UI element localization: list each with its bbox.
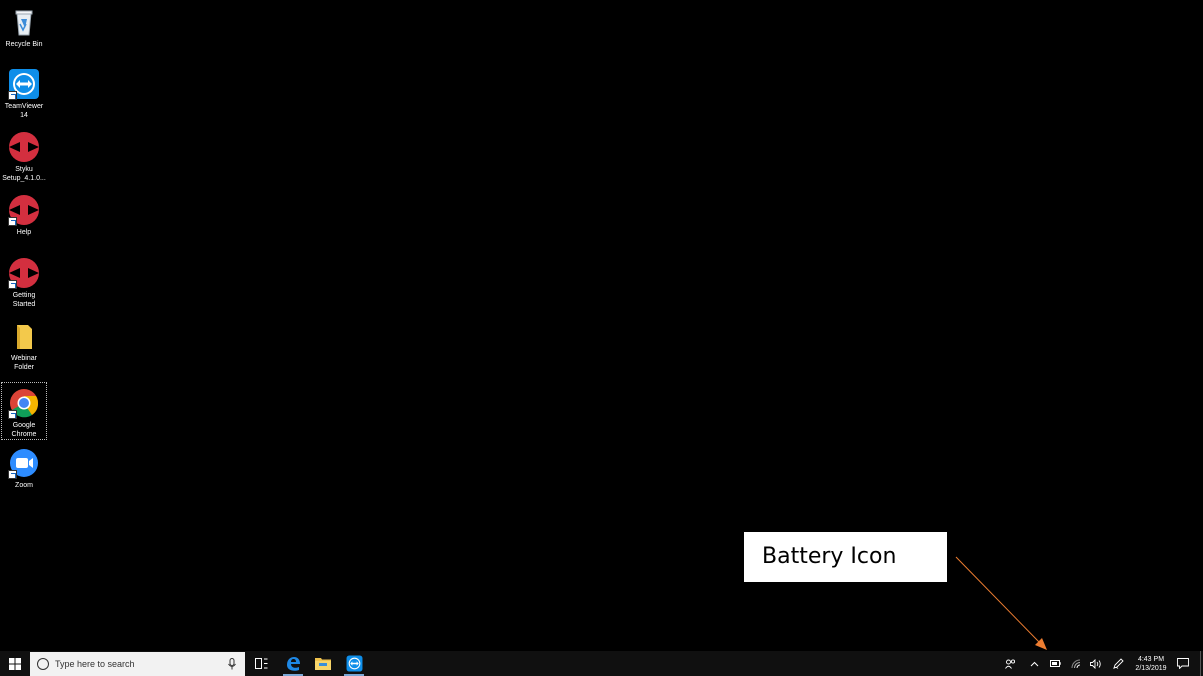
desktop-icon-google-chrome[interactable]: Google Chrome <box>1 382 47 440</box>
tray-show-hidden-icons[interactable] <box>1025 651 1043 676</box>
battery-icon-callout: Battery Icon <box>744 532 947 582</box>
desktop-icon-getting-started[interactable]: Getting Started <box>1 253 47 309</box>
styku-logo-icon <box>8 194 40 226</box>
windows-logo-icon <box>9 657 21 670</box>
teamviewer-icon <box>8 68 40 100</box>
tray-volume[interactable] <box>1086 651 1106 676</box>
shortcut-arrow-icon <box>8 91 17 100</box>
taskbar-search-box[interactable] <box>30 652 245 676</box>
cortana-icon <box>37 658 49 670</box>
wifi-icon <box>1071 659 1080 668</box>
desktop-icon-recycle-bin[interactable]: Recycle Bin <box>1 2 47 49</box>
desktop-icon-label: Google Chrome <box>11 422 37 438</box>
desktop: Recycle Bin TeamViewer 14 Styku Setup_4.… <box>0 0 1203 651</box>
desktop-icon-zoom[interactable]: Zoom <box>1 443 47 490</box>
folder-icon <box>8 320 40 352</box>
tray-pen-workspace[interactable] <box>1108 651 1128 676</box>
start-button[interactable] <box>0 651 30 676</box>
taskbar-file-explorer[interactable] <box>309 651 337 676</box>
microphone-icon[interactable] <box>227 657 237 671</box>
task-view-button[interactable] <box>248 651 274 676</box>
taskbar-teamviewer[interactable] <box>340 651 368 676</box>
edge-icon <box>287 656 300 671</box>
chrome-icon <box>8 387 40 419</box>
tray-action-center[interactable] <box>1172 651 1194 676</box>
desktop-icon-label: Recycle Bin <box>5 41 43 48</box>
desktop-icon-label: Styku Setup_4.1.0... <box>2 166 46 182</box>
clock-time: 4:43 PM <box>1137 655 1165 663</box>
battery-icon <box>1049 660 1061 667</box>
tray-battery[interactable] <box>1045 651 1065 676</box>
styku-logo-icon <box>8 131 40 163</box>
file-explorer-icon <box>315 658 331 670</box>
tray-clock[interactable]: 4:43 PM 2/13/2019 <box>1130 651 1172 676</box>
zoom-icon <box>8 447 40 479</box>
taskbar: 4:43 PM 2/13/2019 <box>0 651 1203 676</box>
callout-label: Battery Icon <box>762 544 897 569</box>
tray-network[interactable] <box>1066 651 1086 676</box>
shortcut-arrow-icon <box>8 410 17 419</box>
desktop-icon-teamviewer[interactable]: TeamViewer 14 <box>1 64 47 120</box>
clock-date: 2/13/2019 <box>1135 664 1167 672</box>
desktop-icon-label: Zoom <box>15 482 33 489</box>
teamviewer-icon <box>346 655 362 672</box>
desktop-icon-help[interactable]: Help <box>1 190 47 237</box>
speaker-icon <box>1090 658 1101 669</box>
desktop-icon-label: TeamViewer 14 <box>4 103 44 119</box>
shortcut-arrow-icon <box>8 280 17 289</box>
people-icon <box>1004 658 1015 669</box>
shortcut-arrow-icon <box>8 470 17 479</box>
task-view-icon <box>254 658 267 669</box>
chevron-up-icon <box>1030 661 1038 666</box>
desktop-icon-styku-setup[interactable]: Styku Setup_4.1.0... <box>1 127 47 183</box>
show-desktop-divider <box>1200 651 1201 676</box>
desktop-icon-label: Getting Started <box>12 292 36 308</box>
search-input[interactable] <box>55 659 225 669</box>
pen-icon <box>1112 658 1124 669</box>
recycle-bin-icon <box>8 6 40 38</box>
notification-icon <box>1177 658 1189 669</box>
desktop-icon-label: Webinar Folder <box>11 355 37 371</box>
styku-logo-icon <box>8 257 40 289</box>
show-desktop-button[interactable] <box>1198 651 1203 676</box>
tray-people[interactable] <box>1000 651 1020 676</box>
taskbar-edge[interactable] <box>279 651 307 676</box>
shortcut-arrow-icon <box>8 217 17 226</box>
desktop-icon-label: Help <box>16 229 32 236</box>
desktop-icon-webinar-folder[interactable]: Webinar Folder <box>1 316 47 372</box>
